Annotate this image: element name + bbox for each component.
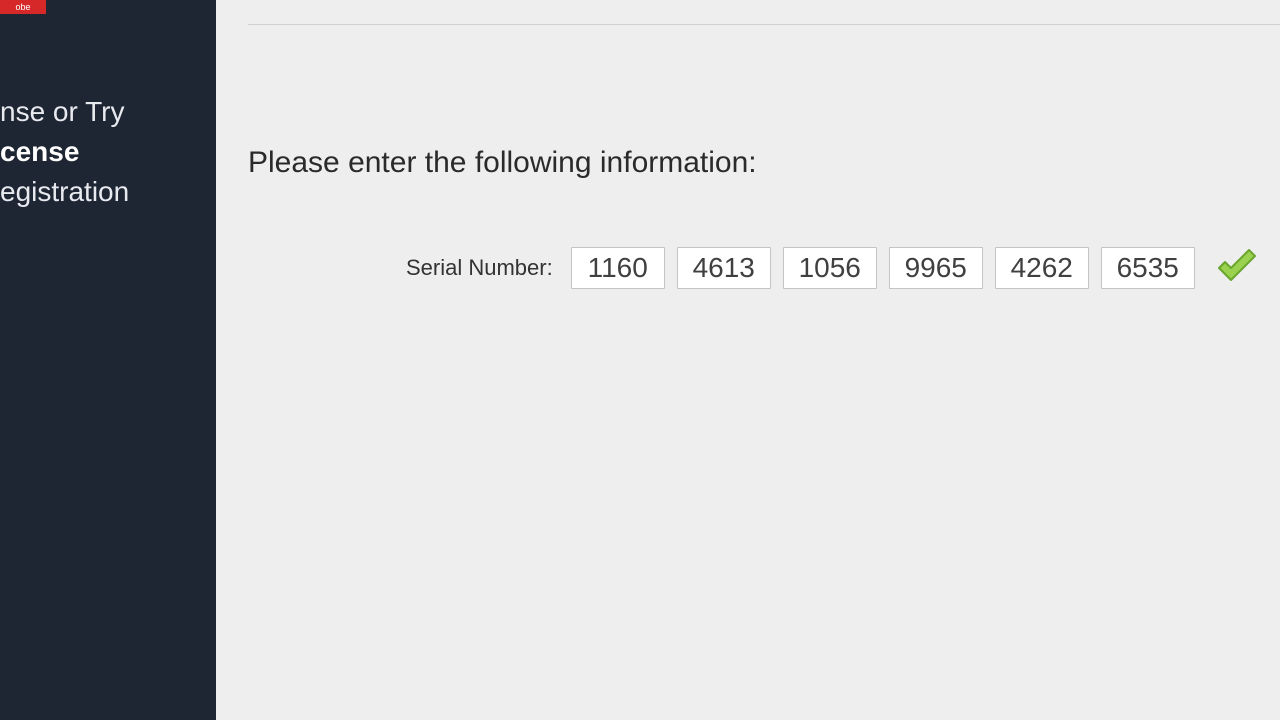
serial-part-5[interactable] [995,247,1089,289]
sidebar-item-license[interactable]: cense [0,132,216,172]
main-panel: Please enter the following information: … [216,0,1280,720]
sidebar-item-registration[interactable]: egistration [0,172,216,212]
serial-label: Serial Number: [406,255,553,281]
serial-part-1[interactable] [571,247,665,289]
serial-number-row: Serial Number: [406,240,1265,296]
serial-part-6[interactable] [1101,247,1195,289]
prompt-text: Please enter the following information: [248,146,757,180]
checkmark-icon [1209,240,1265,296]
header-divider [248,24,1280,25]
sidebar-item-license-or-try[interactable]: nse or Try [0,92,216,132]
serial-part-4[interactable] [889,247,983,289]
serial-part-3[interactable] [783,247,877,289]
serial-part-2[interactable] [677,247,771,289]
sidebar-nav: nse or Try cense egistration [0,92,216,212]
sidebar: obe nse or Try cense egistration [0,0,216,720]
brand-logo: obe [0,0,46,14]
